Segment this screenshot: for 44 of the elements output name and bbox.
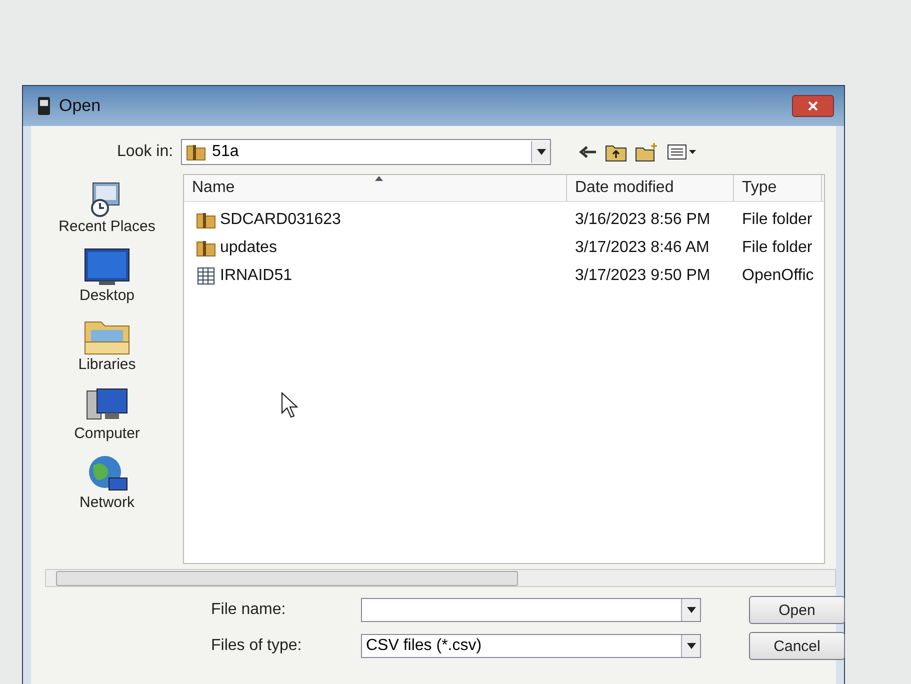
dropdown-arrow-icon[interactable] <box>686 607 696 613</box>
type-text: File folder <box>742 239 812 256</box>
look-in-label: Look in: <box>117 143 174 161</box>
cancel-button[interactable]: Cancel <box>749 632 845 660</box>
back-arrow-icon[interactable] <box>579 145 598 159</box>
app-icon <box>37 96 51 116</box>
look-in-value: 51a <box>212 143 240 161</box>
file-name-text[interactable]: SDCARD031623 <box>220 211 341 229</box>
place-item[interactable]: Network <box>77 452 136 513</box>
view-menu-icon[interactable] <box>667 143 698 161</box>
dropdown-arrow-icon[interactable] <box>686 643 696 649</box>
place-item[interactable]: Recent Places <box>56 178 158 237</box>
open-button[interactable]: Open <box>749 596 845 624</box>
place-item[interactable]: Desktop <box>77 245 137 306</box>
file-name-field[interactable] <box>361 598 701 622</box>
file-type-dropdown[interactable]: CSV files (*.csv) <box>361 634 701 658</box>
file-name-label: File name: <box>211 601 287 619</box>
close-button[interactable] <box>792 95 834 117</box>
new-folder-icon[interactable] <box>635 142 660 162</box>
date-text: 3/16/2023 8:56 PM <box>575 211 710 228</box>
folder-icon <box>196 211 216 229</box>
date-text: 3/17/2023 8:46 AM <box>575 239 710 256</box>
type-text: OpenOffic <box>742 267 814 284</box>
column-header[interactable]: Date modified <box>567 175 734 201</box>
folder-icon <box>196 239 216 257</box>
monitor-icon <box>83 247 131 287</box>
spreadsheet-icon <box>196 267 216 285</box>
sort-arrow-icon <box>375 176 383 181</box>
type-text: File folder <box>742 211 812 228</box>
horizontal-scrollbar[interactable] <box>45 569 836 587</box>
look-in-dropdown[interactable]: 51a <box>181 139 552 165</box>
folder-icon <box>186 143 206 161</box>
close-icon <box>808 101 818 111</box>
dropdown-arrow-icon[interactable] <box>536 149 546 155</box>
place-item[interactable]: Libraries <box>76 314 138 375</box>
file-type-label: Files of type: <box>211 637 303 655</box>
place-item[interactable]: Computer <box>72 383 142 444</box>
column-header[interactable]: Type <box>734 175 822 201</box>
window-title: Open <box>59 96 101 116</box>
file-name-text[interactable]: IRNAID51 <box>220 267 292 285</box>
file-name-text[interactable]: updates <box>220 239 277 257</box>
date-text: 3/17/2023 9:50 PM <box>575 267 710 284</box>
column-header[interactable]: Name <box>184 175 567 201</box>
mouse-cursor-icon <box>281 392 299 418</box>
